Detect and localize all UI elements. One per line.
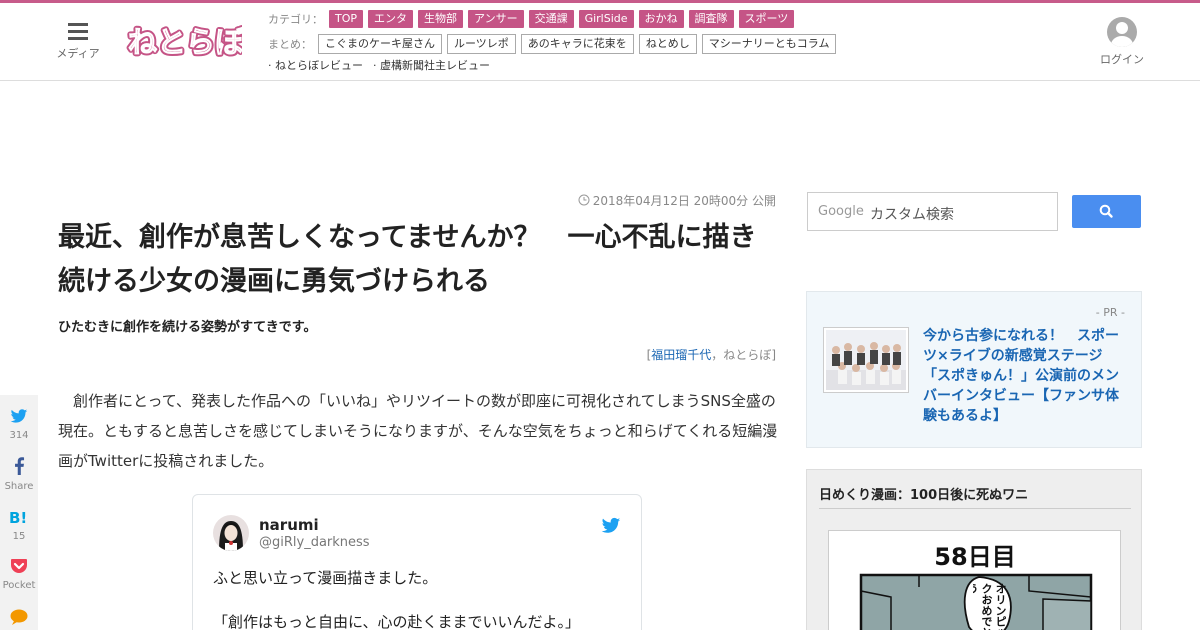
facebook-share-button[interactable]: Share bbox=[0, 457, 38, 492]
custom-search-input[interactable]: Google カスタム検索 bbox=[807, 192, 1058, 231]
hatena-bookmark-icon: B! bbox=[9, 509, 27, 527]
hatena-bookmark-button[interactable]: B! 15 bbox=[0, 509, 38, 542]
comment-button[interactable] bbox=[0, 609, 38, 629]
summary-nav: まとめ： こぐまのケーキ屋さん ルーツレポ あのキャラに花束を ねとめし マシー… bbox=[268, 33, 841, 55]
daily-manga-title[interactable]: 日めくり漫画：100日後に死ぬワニ bbox=[819, 484, 1028, 503]
twitter-share-count: 314 bbox=[9, 430, 29, 441]
user-icon bbox=[1107, 17, 1137, 47]
article-body: 創作者にとって、発表した作品への「いいね」やリツイートの数が即座に可視化されてし… bbox=[58, 392, 778, 470]
review-link[interactable]: · ねとらぼレビュー bbox=[268, 57, 363, 73]
category-nav: カテゴリ： TOP エンタ 生物部 アンサー 交通課 GirlSide おかね … bbox=[268, 9, 799, 29]
media-menu-label: メディア bbox=[56, 47, 100, 60]
tweet-author-handle[interactable]: @giRly_darkness bbox=[259, 535, 370, 550]
tweet-author-name[interactable]: narumi bbox=[259, 516, 319, 534]
google-search-brand: Google bbox=[818, 204, 864, 219]
summary-link[interactable]: あのキャラに花束を bbox=[520, 34, 634, 54]
pr-headline-link[interactable]: 今から古参になれる！ スポーツ×ライブの新感覚ステージ「スポきゅん！」公演前のメ… bbox=[923, 326, 1129, 426]
daily-manga-box: 日めくり漫画：100日後に死ぬワニ 58日目 オリンピックおめでとう bbox=[806, 469, 1142, 630]
category-sports[interactable]: スポーツ bbox=[738, 10, 795, 28]
tweet-text-line: 「創作はもっと自由に、心の赴くままでいいんだよ。」 bbox=[213, 613, 581, 630]
byline-separator: ， bbox=[711, 348, 724, 362]
site-logo[interactable]: ねとらぼ ねとらぼ bbox=[126, 15, 248, 65]
category-chousatai[interactable]: 調査隊 bbox=[688, 10, 734, 28]
article-byline: [福田瑠千代，ねとらぼ] bbox=[480, 346, 776, 363]
login-label: ログイン bbox=[1100, 53, 1144, 66]
twitter-share-button[interactable]: 314 bbox=[0, 409, 38, 441]
embedded-tweet[interactable]: narumi @giRly_darkness ふと思い立って漫画描きました。 「… bbox=[192, 494, 642, 630]
pocket-label: Pocket bbox=[2, 580, 36, 591]
search-icon bbox=[1099, 204, 1113, 218]
byline-publisher: ねとらぼ bbox=[723, 348, 772, 362]
review-link[interactable]: · 虚構新聞社主レビュー bbox=[373, 57, 490, 73]
manga-thumbnail[interactable]: 58日目 オリンピックおめでとう bbox=[828, 530, 1121, 630]
publish-date-text: 2018年04月12日 20時00分 公開 bbox=[592, 194, 776, 208]
summary-link[interactable]: ルーツレポ bbox=[447, 34, 516, 54]
pr-label: - PR - bbox=[1095, 306, 1125, 319]
svg-text:B!: B! bbox=[9, 509, 27, 525]
summary-link[interactable]: マシーナリーともコラム bbox=[701, 34, 837, 54]
category-enta[interactable]: エンタ bbox=[368, 10, 414, 28]
divider bbox=[819, 508, 1131, 509]
tweet-text-line: ふと思い立って漫画描きました。 bbox=[213, 569, 438, 587]
publish-date: 2018年04月12日 20時00分 公開 bbox=[560, 192, 776, 209]
media-menu-button[interactable]: メディア bbox=[52, 21, 104, 63]
pocket-button[interactable]: Pocket bbox=[0, 558, 38, 591]
manga-day-label: 58日目 bbox=[934, 543, 1015, 571]
tweet-avatar[interactable] bbox=[213, 515, 249, 551]
hamburger-icon bbox=[68, 21, 88, 40]
category-answer[interactable]: アンサー bbox=[468, 10, 524, 28]
search-placeholder: カスタム検索 bbox=[870, 207, 954, 223]
logo-wordmark: ねとらぼ bbox=[128, 25, 242, 59]
summary-link[interactable]: ねとめし bbox=[638, 34, 697, 54]
hatena-bookmark-count: 15 bbox=[12, 531, 26, 542]
logo-graphic: ねとらぼ ねとらぼ bbox=[126, 23, 248, 62]
facebook-icon bbox=[15, 457, 25, 475]
category-koutsuka[interactable]: 交通課 bbox=[528, 10, 574, 28]
pocket-icon bbox=[11, 559, 27, 573]
share-rail: 314 Share B! 15 Pocket bbox=[0, 395, 38, 630]
site-header: メディア ねとらぼ ねとらぼ カテゴリ： TOP エンタ 生物部 アンサー 交通… bbox=[0, 3, 1200, 81]
pr-thumbnail[interactable] bbox=[823, 327, 909, 393]
category-top[interactable]: TOP bbox=[329, 10, 364, 28]
facebook-share-label: Share bbox=[4, 481, 34, 492]
category-nav-label: カテゴリ： bbox=[268, 13, 323, 26]
pr-ad-box[interactable]: - PR - 今から古参になれる！ スポーツ×ライブの新感覚ステージ「スポきゅん… bbox=[806, 291, 1142, 448]
search-button[interactable] bbox=[1072, 195, 1141, 228]
author-link[interactable]: 福田瑠千代 bbox=[651, 348, 711, 362]
summary-nav-label: まとめ： bbox=[268, 38, 312, 51]
twitter-icon bbox=[10, 409, 28, 423]
manga-speech-bubble: オリンピックおめでとう bbox=[973, 583, 1007, 630]
login-button[interactable]: ログイン bbox=[1098, 17, 1146, 67]
review-nav: · ねとらぼレビュー · 虚構新聞社主レビュー bbox=[268, 57, 500, 73]
article-title: 最近、創作が息苦しくなってませんか？ 一心不乱に描き続ける少女の漫画に勇気づけら… bbox=[58, 222, 757, 297]
byline-close: ] bbox=[771, 348, 776, 362]
clock-icon bbox=[578, 194, 590, 206]
comment-icon bbox=[10, 609, 28, 625]
category-okane[interactable]: おかね bbox=[638, 10, 684, 28]
category-seibutsubu[interactable]: 生物部 bbox=[418, 10, 464, 28]
article-subtitle: ひたむきに創作を続ける姿勢がすてきです。 bbox=[58, 320, 317, 335]
summary-link[interactable]: こぐまのケーキ屋さん bbox=[318, 34, 442, 54]
category-girlside[interactable]: GirlSide bbox=[578, 10, 634, 28]
twitter-bird-icon[interactable] bbox=[601, 517, 621, 535]
